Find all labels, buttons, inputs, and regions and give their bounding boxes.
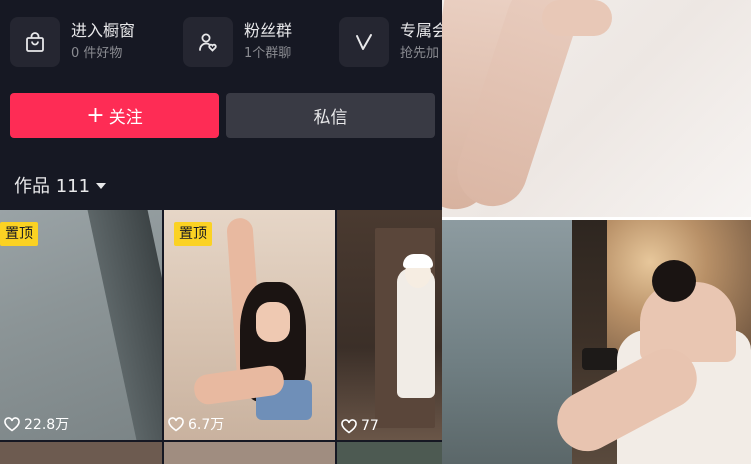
shortcut-membership[interactable]: 专属会 抢先加 [339, 16, 442, 68]
dropdown-caret-icon [96, 183, 107, 189]
shortcut-fan-group[interactable]: 粉丝群 1个群聊 [183, 16, 292, 68]
shortcut-subtitle: 0 件好物 [71, 46, 123, 61]
shortcut-row: 进入橱窗 0 件好物 粉丝群 1个群聊 专属会 抢先加 [0, 0, 442, 88]
video-grid: 置顶 22.8万 置顶 6.7万 77 [0, 210, 442, 464]
photo-legs [442, 0, 751, 217]
like-count: 6.7万 [168, 414, 224, 434]
like-count-value: 6.7万 [188, 417, 225, 433]
video-tile[interactable] [164, 442, 335, 464]
works-label: 作品 111 [14, 176, 91, 197]
pinned-badge: 置顶 [0, 222, 38, 246]
follow-label: 关注 [108, 108, 143, 128]
shortcut-title: 进入橱窗 [71, 21, 136, 40]
v-badge-icon [339, 17, 389, 67]
works-tab[interactable]: 作品 111 [14, 172, 107, 198]
shortcut-title: 专属会 [400, 21, 442, 40]
video-tile[interactable]: 置顶 22.8万 [0, 210, 162, 440]
shortcut-subtitle: 1个群聊 [244, 46, 292, 61]
profile-panel: 进入橱窗 0 件好物 粉丝群 1个群聊 专属会 抢先加 + 关注 私信 作品 1… [0, 0, 442, 464]
shortcut-showcase[interactable]: 进入橱窗 0 件好物 [10, 16, 135, 68]
pinned-badge: 置顶 [174, 222, 212, 246]
video-tile[interactable] [337, 442, 442, 464]
shortcut-title: 粉丝群 [244, 21, 293, 40]
shortcut-subtitle: 抢先加 [400, 46, 440, 61]
message-label: 私信 [313, 108, 348, 128]
phone-icon [582, 348, 618, 370]
video-tile[interactable]: 77 [337, 210, 442, 440]
heart-icon [168, 416, 184, 431]
like-count: 77 [341, 418, 379, 434]
shopping-bag-icon [10, 17, 60, 67]
fan-group-icon [183, 17, 233, 67]
photo-panel [442, 0, 751, 464]
like-count-value: 77 [361, 418, 379, 434]
heart-icon [4, 416, 20, 431]
message-button[interactable]: 私信 [226, 93, 435, 138]
follow-button[interactable]: + 关注 [10, 93, 219, 138]
like-count-value: 22.8万 [24, 417, 70, 433]
video-tile[interactable] [0, 442, 162, 464]
video-tile[interactable]: 置顶 6.7万 [164, 210, 335, 440]
video-thumbnail [87, 210, 162, 440]
photo-room [442, 220, 751, 464]
heart-icon [341, 418, 357, 433]
plus-icon: + [86, 102, 105, 128]
like-count: 22.8万 [4, 414, 69, 434]
